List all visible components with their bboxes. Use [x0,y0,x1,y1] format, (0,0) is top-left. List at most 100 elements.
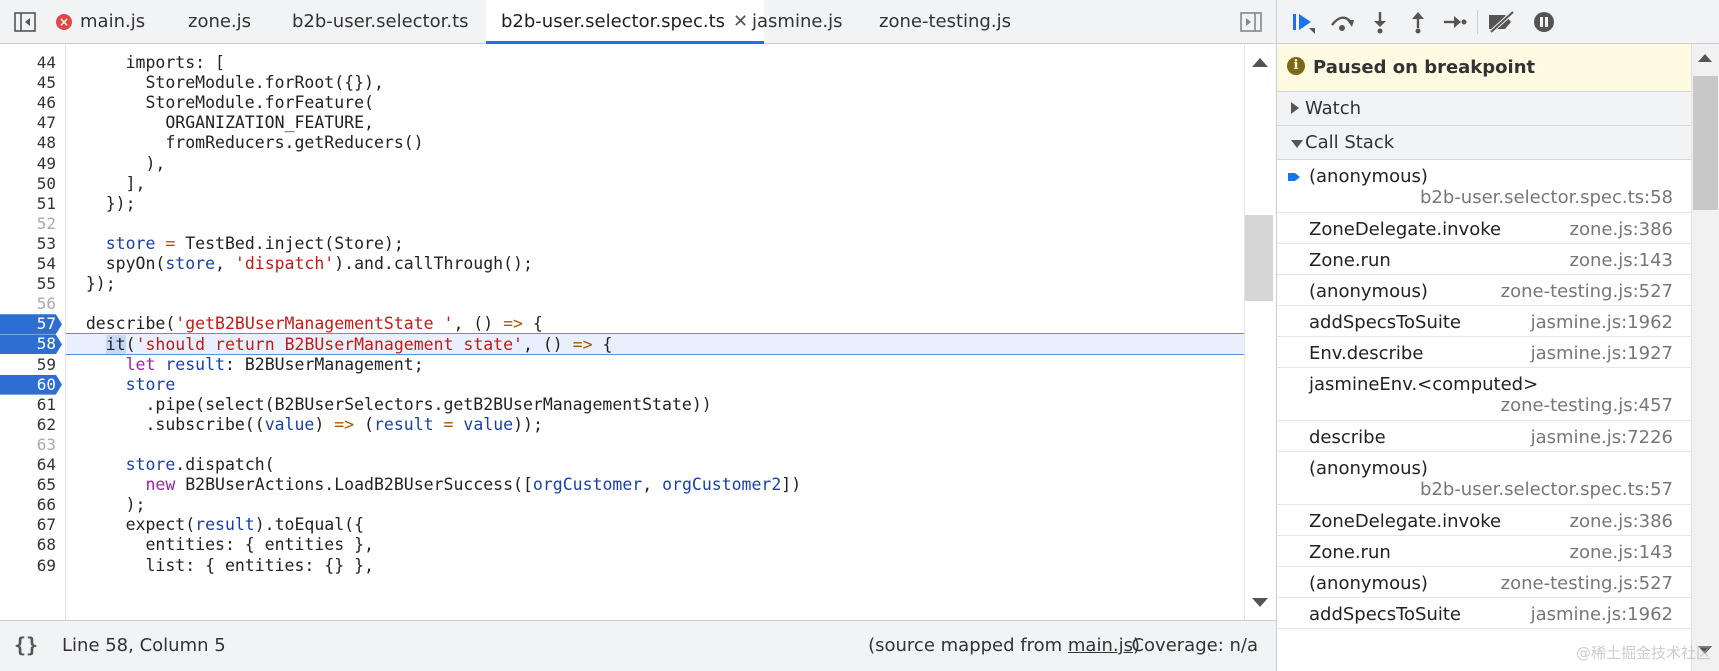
frame-function: describe [1309,427,1386,448]
line-number[interactable]: 68 [0,534,62,556]
line-number[interactable]: 45 [0,72,62,94]
code-line[interactable]: fromReducers.getReducers() [66,132,1244,154]
deactivate-breakpoints-icon[interactable] [1487,10,1517,34]
call-frame[interactable]: (anonymous) zone-testing.js:527 [1277,275,1691,306]
code-area[interactable]: imports: [ StoreModule.forRoot({}), Stor… [66,45,1244,620]
frame-location: zone-testing.js:527 [1500,573,1673,594]
code-line[interactable]: }); [66,193,1244,215]
code-line[interactable]: let result: B2BUserManagement; [66,354,1244,376]
tab-zone-js[interactable]: zone.js [188,0,251,44]
line-number[interactable]: 48 [0,132,62,154]
code-line[interactable]: store.dispatch( [66,454,1244,476]
step-into-icon[interactable] [1367,10,1393,34]
line-number[interactable]: 49 [0,153,62,175]
code-line[interactable] [66,293,1244,315]
code-line[interactable]: }); [66,273,1244,295]
code-line[interactable]: expect(result).toEqual({ [66,514,1244,536]
call-frame[interactable]: Zone.run zone.js:143 [1277,244,1691,275]
code-line[interactable]: describe('getB2BUserManagementState ', (… [66,313,1244,335]
tab-b2b-user-selector-spec-ts[interactable]: b2b-user.selector.spec.ts ✕ [486,0,765,44]
line-number[interactable]: 55 [0,273,62,295]
line-number[interactable]: 62 [0,414,62,436]
line-number[interactable]: 44 [0,52,62,74]
code-line[interactable] [66,213,1244,235]
line-number[interactable]: 50 [0,173,62,195]
call-frame[interactable]: (anonymous) zone-testing.js:527 [1277,567,1691,598]
call-frame[interactable]: Env.describe jasmine.js:1927 [1277,337,1691,368]
code-line[interactable]: ], [66,173,1244,195]
breakpoint-marker[interactable]: 60 [0,374,62,396]
call-frame[interactable]: Zone.run zone.js:143 [1277,536,1691,567]
toggle-debugger-icon[interactable] [1240,12,1262,32]
line-number[interactable]: 52 [0,213,62,235]
call-frame[interactable]: (anonymous) b2b-user.selector.spec.ts:58 [1277,160,1691,213]
line-number[interactable]: 53 [0,233,62,255]
step-icon[interactable] [1441,10,1467,34]
line-number[interactable]: 46 [0,92,62,114]
call-frame[interactable]: ZoneDelegate.invoke zone.js:386 [1277,505,1691,536]
debugger-scroll-thumb[interactable] [1693,76,1718,210]
line-number[interactable]: 67 [0,514,62,536]
source-map-link[interactable]: main.js [1068,635,1133,656]
close-tab-icon[interactable]: ✕ [733,11,748,32]
pause-on-exceptions-icon[interactable] [1531,10,1557,34]
tab-jasmine-js[interactable]: jasmine.js [752,0,843,44]
callstack-section-header[interactable]: Call Stack [1277,126,1691,160]
frame-location: zone.js:143 [1569,250,1673,271]
current-execution-line[interactable]: it('should return B2BUserManagement stat… [66,333,1244,356]
call-frame[interactable]: describe jasmine.js:7226 [1277,421,1691,452]
editor-scroll-thumb[interactable] [1245,215,1273,301]
line-number[interactable]: 59 [0,354,62,376]
code-line[interactable]: imports: [ [66,52,1244,74]
code-line[interactable]: .subscribe((value) => (result = value)); [66,414,1244,436]
line-number-gutter[interactable]: 44 45 46 47 48 49 50 51 52 53 54 55 56 57 58 59 60 61 62 63… [0,45,66,620]
line-number[interactable]: 54 [0,253,62,275]
tab-zone-testing-js[interactable]: zone-testing.js [879,0,1011,44]
code-line[interactable]: list: { entities: {} }, [66,555,1244,577]
toggle-navigator-icon[interactable] [14,12,36,32]
editor-scrollbar[interactable] [1244,45,1276,620]
info-icon: i [1287,57,1305,75]
frame-function: addSpecsToSuite [1309,312,1461,333]
step-over-icon[interactable] [1329,10,1355,34]
call-frame[interactable]: (anonymous) b2b-user.selector.spec.ts:57 [1277,452,1691,505]
code-line[interactable]: StoreModule.forRoot({}), [66,72,1244,94]
code-line[interactable]: entities: { entities }, [66,534,1244,556]
call-frame[interactable]: ZoneDelegate.invoke zone.js:386 [1277,213,1691,244]
line-number[interactable]: 51 [0,193,62,215]
resume-icon[interactable] [1291,10,1317,34]
code-line[interactable]: StoreModule.forFeature( [66,92,1244,114]
breakpoint-marker[interactable]: 57 [0,313,62,335]
tab-b2b-user-selector-ts[interactable]: b2b-user.selector.ts [292,0,469,44]
code-line[interactable]: spyOn(store, 'dispatch').and.callThrough… [66,253,1244,275]
call-frame[interactable]: jasmineEnv.<computed> zone-testing.js:457 [1277,368,1691,421]
code-line[interactable]: store [66,374,1244,396]
line-number[interactable]: 61 [0,394,62,416]
watch-section-header[interactable]: Watch [1277,92,1691,126]
step-out-icon[interactable] [1405,10,1431,34]
scroll-up-icon[interactable] [1698,54,1712,62]
line-number[interactable]: 47 [0,112,62,134]
pretty-print-icon[interactable]: {} [14,633,38,657]
code-line[interactable] [66,434,1244,456]
code-line[interactable]: store = TestBed.inject(Store); [66,233,1244,255]
call-frame[interactable]: addSpecsToSuite jasmine.js:1962 [1277,598,1691,629]
line-number[interactable]: 63 [0,434,62,456]
code-line[interactable]: ), [66,153,1244,175]
line-number[interactable]: 64 [0,454,62,476]
breakpoint-marker[interactable]: 58 [0,333,62,355]
code-line[interactable]: new B2BUserActions.LoadB2BUserSuccess([o… [66,474,1244,496]
call-frame[interactable]: addSpecsToSuite jasmine.js:1962 [1277,306,1691,337]
line-number[interactable]: 56 [0,293,62,315]
frame-location: b2b-user.selector.spec.ts:58 [1420,187,1673,208]
tab-main-js[interactable]: × main.js [56,0,145,44]
line-number[interactable]: 69 [0,555,62,577]
line-number[interactable]: 66 [0,494,62,516]
code-line[interactable]: .pipe(select(B2BUserSelectors.getB2BUser… [66,394,1244,416]
frame-function: (anonymous) [1309,458,1428,479]
scroll-up-icon[interactable] [1252,58,1268,67]
scroll-down-icon[interactable] [1252,598,1268,607]
code-line[interactable]: ); [66,494,1244,516]
code-line[interactable]: ORGANIZATION_FEATURE, [66,112,1244,134]
line-number[interactable]: 65 [0,474,62,496]
